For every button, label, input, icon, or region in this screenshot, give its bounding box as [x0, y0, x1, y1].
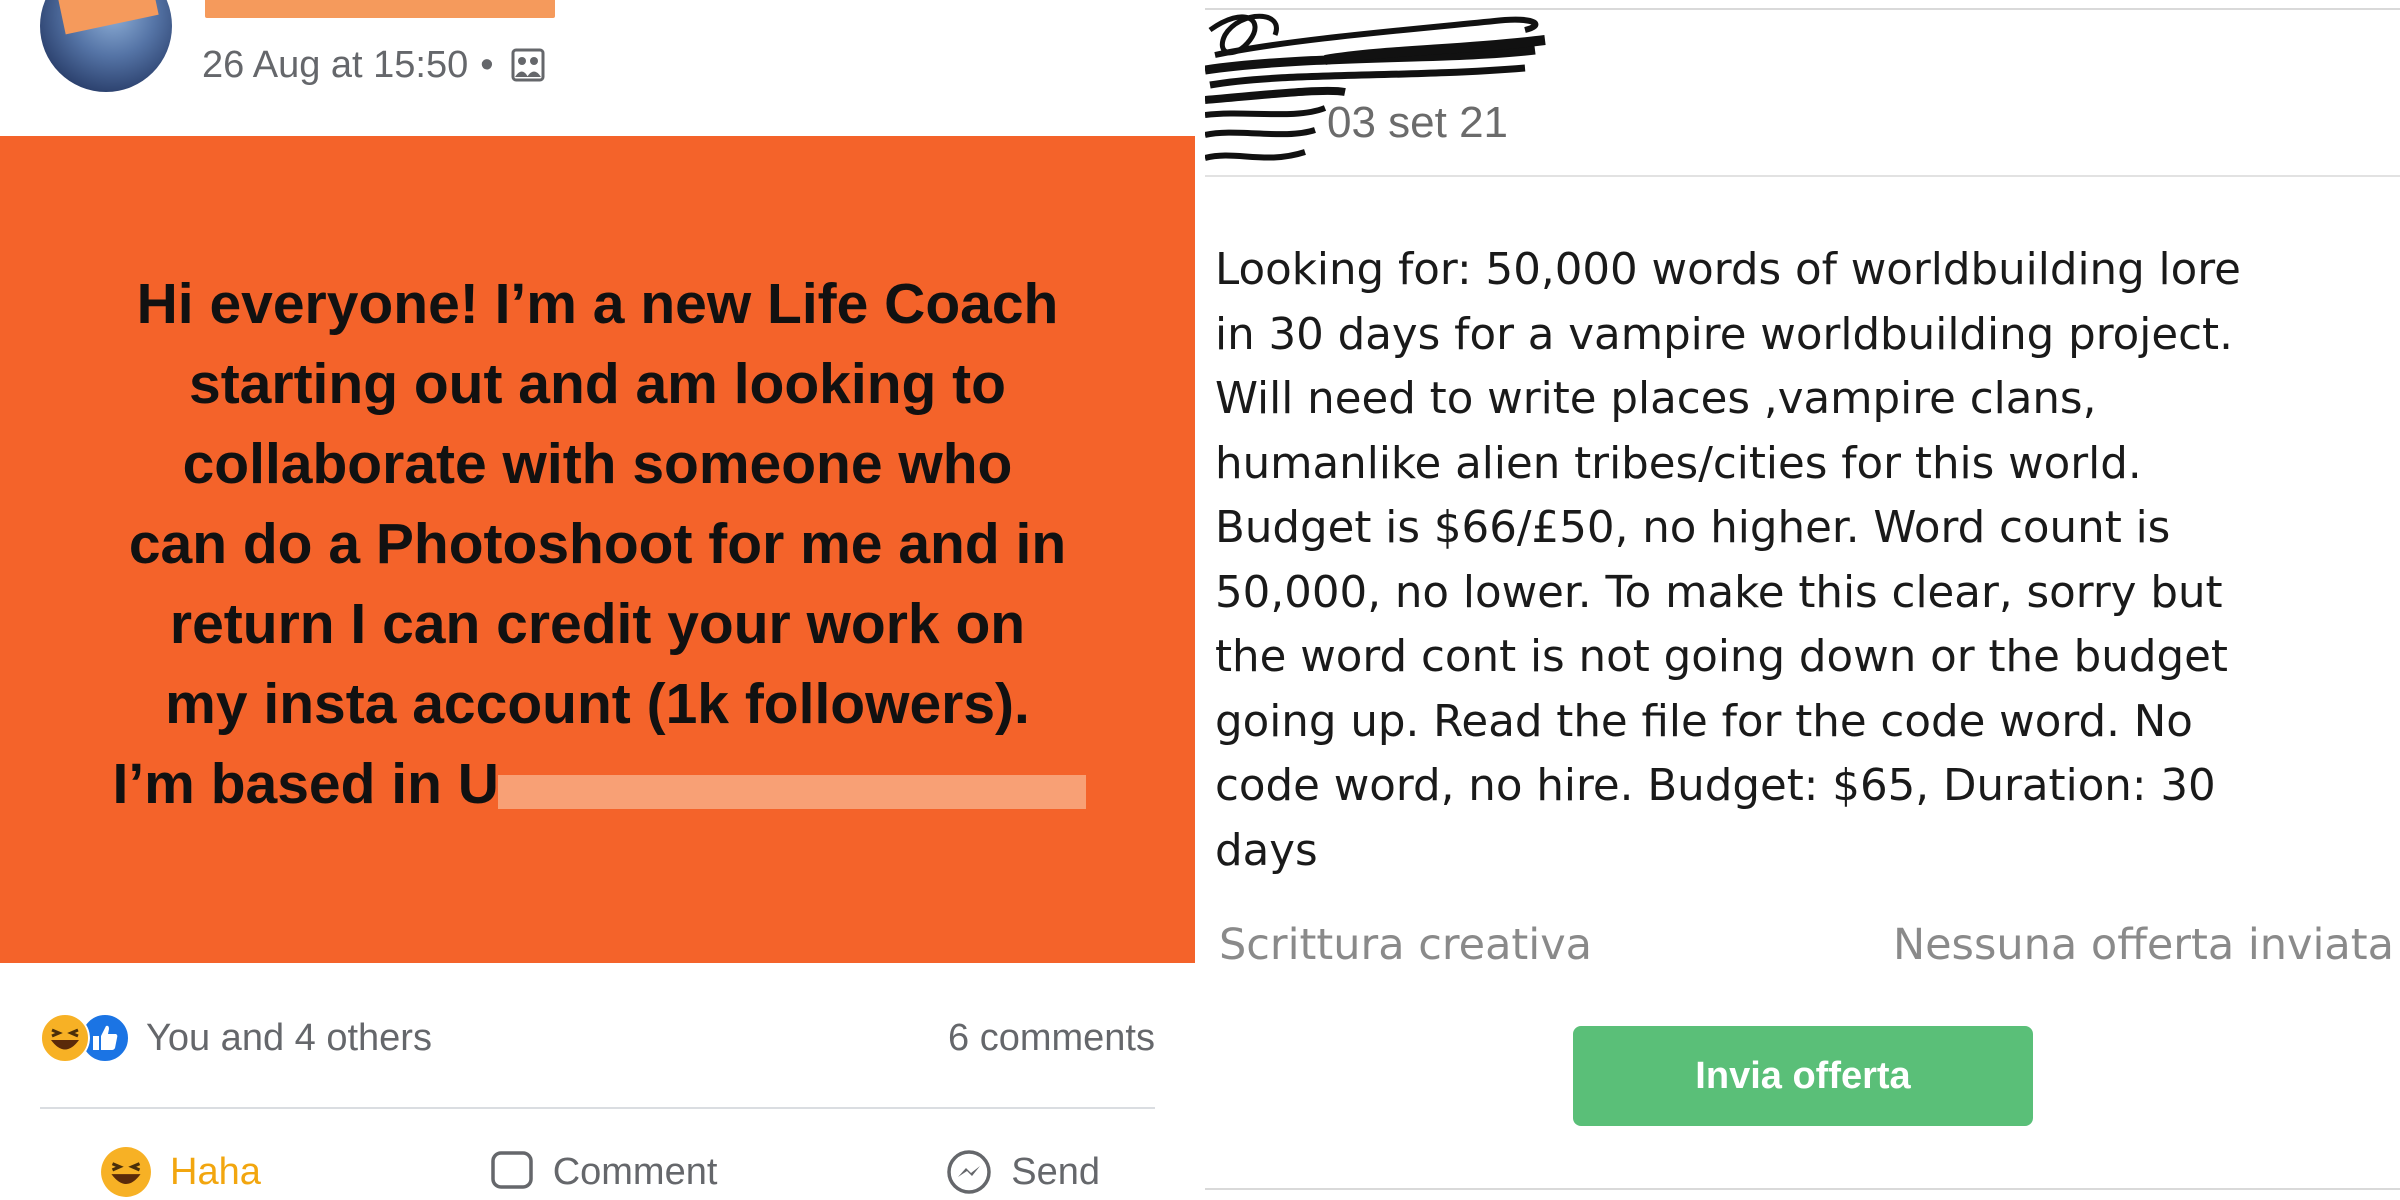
- send-offer-button[interactable]: Invia offerta: [1573, 1026, 2033, 1126]
- card-line: collaborate with someone who: [182, 431, 1013, 496]
- group-audience-icon[interactable]: [510, 47, 546, 83]
- category-label: Scrittura creativa: [1219, 920, 1593, 970]
- card-line: Hi everyone! I’m a new Life Coach: [136, 271, 1059, 336]
- panel-separator: [1195, 0, 1205, 1200]
- haha-icon: [101, 1147, 151, 1197]
- divider: [1205, 175, 2400, 177]
- messenger-icon: [947, 1150, 991, 1194]
- author-name-redaction: [205, 0, 555, 18]
- redaction-scribble: [1205, 13, 1546, 161]
- avatar-redaction: [56, 0, 159, 35]
- description-line: days: [1215, 825, 1318, 876]
- meta-separator: •: [480, 43, 494, 86]
- description-line: 50,000, no lower. To make this clear, so…: [1215, 567, 2223, 618]
- description-line: Looking for: 50,000 words of worldbuildi…: [1215, 245, 2241, 295]
- comment-label: Comment: [552, 1150, 718, 1193]
- divider: [1205, 1188, 2400, 1190]
- post-card-text: Hi everyone! I’m a new Life Coach starti…: [38, 264, 1158, 824]
- listing-footer: Scrittura creativa Nessuna offerta invia…: [1219, 920, 2394, 970]
- card-line: return I can credit your work on: [169, 591, 1026, 656]
- divider: [40, 1107, 1155, 1109]
- description-line: humanlike alien tribes/cities for this w…: [1215, 438, 2142, 489]
- location-redaction: [498, 775, 1086, 809]
- post-timestamp[interactable]: 26 Aug at 15:50: [202, 44, 468, 87]
- haha-reaction-icon: [40, 1013, 90, 1063]
- reaction-icons[interactable]: [40, 1013, 130, 1063]
- reactions-bar: You and 4 others 6 comments: [40, 1010, 1155, 1066]
- send-button[interactable]: Send: [945, 1148, 1100, 1196]
- description-line: going up. Read the file for the code wor…: [1215, 696, 2193, 747]
- post-meta: 26 Aug at 15:50 •: [202, 40, 546, 90]
- description-line: code word, no hire. Budget: $65, Duratio…: [1215, 761, 2216, 811]
- description-line: in 30 days for a vampire worldbuilding p…: [1215, 309, 2233, 360]
- post-actions: Haha Comment Send: [100, 1146, 1100, 1198]
- description-line: Will need to write places ,vampire clans…: [1215, 374, 2097, 424]
- description-line: Budget is $66/£50, no higher. Word count…: [1215, 503, 2171, 553]
- listing-date: 03 set 21: [1327, 98, 1509, 147]
- offer-status: Nessuna offerta inviata: [1892, 920, 2394, 970]
- facebook-post-panel: 26 Aug at 15:50 • Hi everyone! I’m a new…: [0, 0, 1195, 1200]
- haha-label: Haha: [170, 1150, 261, 1193]
- listing-description: Looking for: 50,000 words of worldbuildi…: [1215, 238, 2390, 883]
- job-listing-panel: 03 set 21 Looking for: 50,000 words of w…: [1205, 0, 2400, 1200]
- send-label: Send: [1011, 1150, 1100, 1193]
- description-line: the word cont is not going down or the b…: [1215, 632, 2228, 682]
- comment-button[interactable]: Comment: [489, 1149, 718, 1195]
- post-text-card: Hi everyone! I’m a new Life Coach starti…: [0, 136, 1195, 963]
- comment-icon: [490, 1151, 533, 1189]
- avatar[interactable]: [40, 0, 172, 92]
- comment-count[interactable]: 6 comments: [948, 1017, 1155, 1060]
- card-line: my insta account (1k followers).: [165, 671, 1030, 736]
- card-line: starting out and am looking to: [189, 351, 1006, 416]
- haha-button[interactable]: Haha: [100, 1146, 261, 1198]
- card-line: can do a Photoshoot for me and in: [128, 511, 1067, 576]
- reaction-count[interactable]: You and 4 others: [146, 1017, 432, 1060]
